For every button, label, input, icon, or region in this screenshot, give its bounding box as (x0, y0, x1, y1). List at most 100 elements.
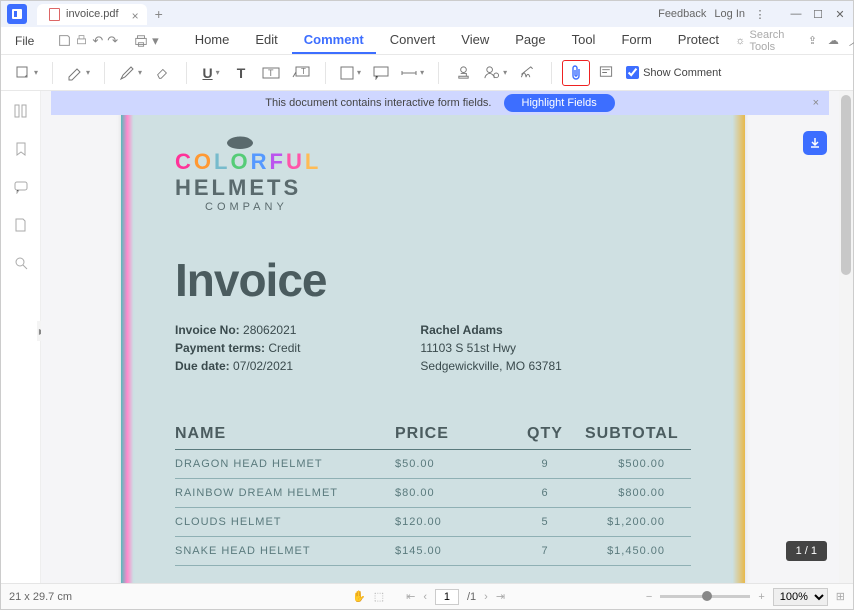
zoom-select[interactable]: 100% (773, 588, 828, 606)
form-banner: This document contains interactive form … (51, 91, 829, 115)
next-page-icon[interactable]: › (484, 591, 488, 603)
menu-page[interactable]: Page (503, 27, 557, 54)
menu-convert[interactable]: Convert (378, 27, 448, 54)
bookmark-icon[interactable] (11, 139, 31, 159)
note-tool[interactable]: ▾ (11, 60, 42, 86)
titlebar: invoice.pdf × + Feedback Log In ⋮ — ☐ ✕ (1, 1, 853, 27)
speech-tool[interactable] (367, 60, 395, 86)
file-menu[interactable]: File (7, 30, 42, 52)
tab-invoice[interactable]: invoice.pdf × (37, 4, 147, 25)
company-logo: COLORFUL HELMETS COMPANY (175, 131, 691, 213)
search-icon[interactable] (11, 253, 31, 273)
bulb-icon: ☼ (735, 34, 746, 48)
logo-line2: HELMETS (175, 175, 691, 201)
menu-home[interactable]: Home (183, 27, 242, 54)
pdf-icon (49, 8, 60, 21)
zoom-in-icon[interactable]: + (758, 591, 764, 603)
menu-comment[interactable]: Comment (292, 27, 376, 54)
eraser-tool[interactable] (148, 60, 176, 86)
banner-close-icon[interactable]: × (813, 97, 819, 109)
banner-message: This document contains interactive form … (265, 97, 491, 109)
close-window-button[interactable]: ✕ (833, 7, 847, 21)
prev-page-icon[interactable]: ‹ (423, 591, 427, 603)
print-icon[interactable] (75, 32, 88, 50)
menu-tool[interactable]: Tool (560, 27, 608, 54)
statusbar: 21 x 29.7 cm ✋ ⬚ ⇤ ‹ /1 › ⇥ − + 100% ⊞ (1, 583, 853, 609)
show-comment-toggle[interactable]: Show Comment (626, 66, 721, 79)
download-button[interactable] (803, 131, 827, 155)
menu-view[interactable]: View (449, 27, 501, 54)
show-comment-label: Show Comment (643, 67, 721, 79)
comments-panel-tool[interactable] (592, 60, 620, 86)
textbox-tool[interactable]: T (257, 60, 285, 86)
logo-line3: COMPANY (205, 201, 691, 213)
highlight-fields-button[interactable]: Highlight Fields (504, 94, 615, 112)
invoice-title: Invoice (175, 253, 691, 307)
dropdown-icon[interactable]: ▾ (152, 32, 159, 50)
redo-icon[interactable]: ↷ (107, 32, 118, 50)
menu-tabs: HomeEditCommentConvertViewPageToolFormPr… (183, 27, 731, 54)
table-row: SNAKE HEAD HELMET$145.007$1,450.00 (175, 537, 691, 566)
signature-tool[interactable] (513, 60, 541, 86)
tab-close-icon[interactable]: × (132, 9, 139, 23)
stamp-tool[interactable] (449, 60, 477, 86)
table-header: PRICE (395, 425, 505, 443)
document-area: This document contains interactive form … (41, 91, 839, 583)
table-header: SUBTOTAL (585, 425, 695, 443)
minimize-button[interactable]: — (789, 7, 803, 21)
page-input[interactable] (435, 589, 459, 605)
thumbnails-icon[interactable] (11, 101, 31, 121)
table-header: QTY (505, 425, 585, 443)
comment-toolbar: ▾ ▾ ▾ U▾ T T T ▾ ▾ ▾ Show Comment (1, 55, 853, 91)
feedback-link[interactable]: Feedback (658, 8, 706, 20)
fit-page-icon[interactable]: ⊞ (836, 590, 845, 603)
collapse-icon[interactable]: ︿ (849, 34, 854, 48)
tab-label: invoice.pdf (66, 8, 119, 20)
logo-line1: COLORFUL (175, 149, 691, 175)
select-tool-icon[interactable]: ⬚ (374, 590, 384, 603)
tab-add-button[interactable]: + (155, 6, 163, 22)
pencil-tool[interactable]: ▾ (115, 60, 146, 86)
menubar: File ↶ ↷ ▾ HomeEditCommentConvertViewPag… (1, 27, 853, 55)
table-row: DRAGON HEAD HELMET$50.009$500.00 (175, 450, 691, 479)
search-tools-label[interactable]: Search Tools (750, 29, 798, 53)
last-page-icon[interactable]: ⇥ (496, 590, 505, 603)
left-sidebar (1, 91, 41, 585)
attachment-tool[interactable] (562, 60, 590, 86)
chat-icon[interactable] (11, 177, 31, 197)
vertical-scrollbar[interactable] (839, 91, 853, 583)
menu-protect[interactable]: Protect (666, 27, 731, 54)
highlight-tool[interactable]: ▾ (63, 60, 94, 86)
app-icon (7, 4, 27, 24)
undo-icon[interactable]: ↶ (92, 32, 103, 50)
svg-text:T: T (268, 68, 274, 78)
underline-tool[interactable]: U▾ (197, 60, 225, 86)
invoice-meta-right: Rachel Adams 11103 S 51st Hwy Sedgewickv… (420, 321, 561, 375)
text-tool[interactable]: T (227, 60, 255, 86)
cloud-icon[interactable]: ☁ (828, 34, 839, 48)
show-comment-checkbox[interactable] (626, 66, 639, 79)
page-indicator: 1 / 1 (786, 541, 827, 561)
login-link[interactable]: Log In (714, 8, 745, 20)
shape-tool[interactable]: ▾ (336, 60, 365, 86)
zoom-slider[interactable] (660, 595, 750, 598)
menu-edit[interactable]: Edit (243, 27, 289, 54)
page-dimensions: 21 x 29.7 cm (9, 591, 72, 603)
invoice-table: NAMEPRICEQTYSUBTOTAL DRAGON HEAD HELMET$… (175, 425, 691, 566)
save-icon[interactable] (58, 32, 71, 50)
hand-tool-icon[interactable]: ✋ (352, 590, 366, 603)
menu-form[interactable]: Form (609, 27, 663, 54)
page-icon[interactable] (11, 215, 31, 235)
print2-icon[interactable] (134, 32, 148, 50)
svg-text:T: T (301, 67, 306, 76)
maximize-button[interactable]: ☐ (811, 7, 825, 21)
page-total: /1 (467, 591, 476, 603)
measure-tool[interactable]: ▾ (397, 60, 428, 86)
share-icon[interactable]: ⇪ (807, 34, 818, 48)
first-page-icon[interactable]: ⇤ (406, 590, 415, 603)
more-icon[interactable]: ⋮ (753, 7, 767, 21)
callout-tool[interactable]: T (287, 60, 315, 86)
stamp-user-tool[interactable]: ▾ (479, 60, 511, 86)
zoom-out-icon[interactable]: − (646, 591, 652, 603)
scrollbar-thumb[interactable] (841, 95, 851, 275)
